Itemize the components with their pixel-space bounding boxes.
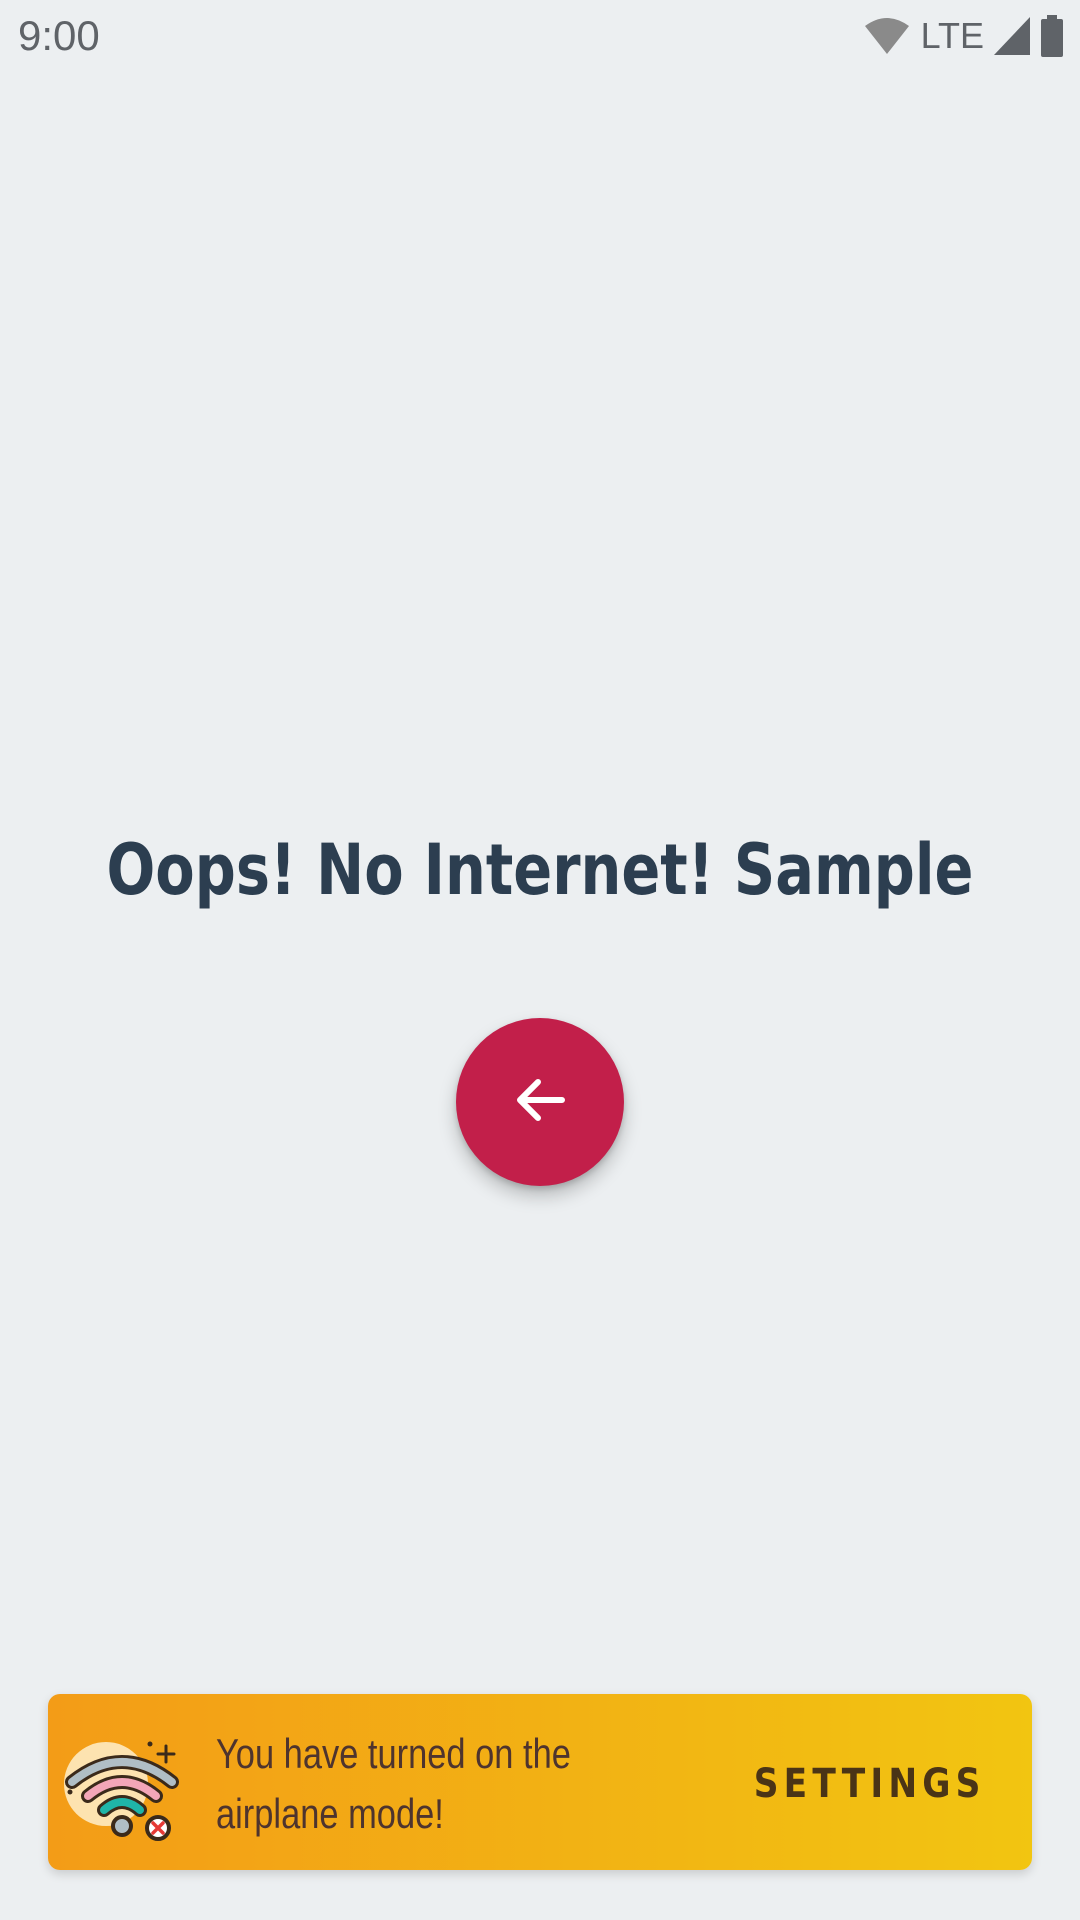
battery-icon xyxy=(1040,15,1064,57)
status-bar: 9:00 LTE xyxy=(0,0,1080,72)
settings-button[interactable]: SETTINGS xyxy=(754,1754,986,1814)
wifi-off-icon xyxy=(62,1726,182,1846)
status-icons: LTE xyxy=(863,14,1064,58)
banner-message: You have turned on the airplane mode! xyxy=(216,1730,571,1837)
status-time: 9:00 xyxy=(18,12,100,59)
page-title: Oops! No Internet! Sample xyxy=(106,829,974,911)
network-type-label: LTE xyxy=(920,15,984,56)
airplane-mode-banner: You have turned on the airplane mode! SE… xyxy=(48,1694,1032,1870)
cell-signal-icon xyxy=(994,17,1030,55)
wifi-icon xyxy=(863,16,911,56)
back-button[interactable] xyxy=(456,1018,624,1186)
arrow-left-icon xyxy=(512,1072,568,1132)
